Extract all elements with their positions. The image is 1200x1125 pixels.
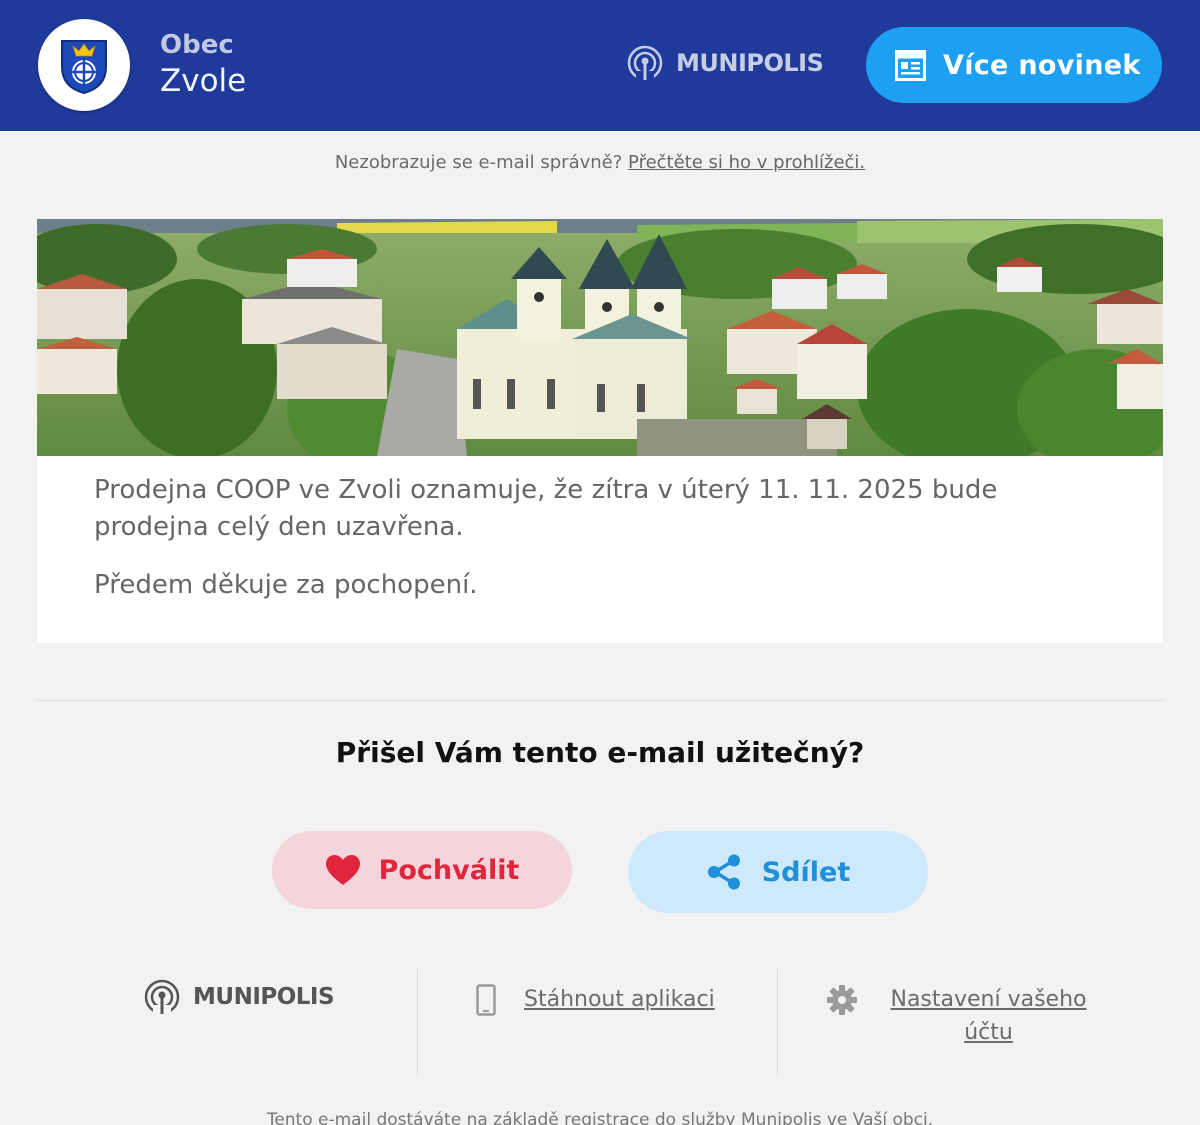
brand-label-small: Obec (160, 30, 234, 60)
article-body: Prodejna COOP ve Zvoli oznamuje, že zítr… (94, 475, 998, 542)
municipal-crest-icon (38, 19, 130, 111)
download-app-label: Stáhnout aplikaci (524, 987, 715, 1012)
munipolis-footer-logo[interactable]: MUNIPOLIS (143, 978, 335, 1016)
munipolis-header-logo[interactable]: MUNIPOLIS (626, 44, 824, 82)
preheader-note: Nezobrazuje se e-mail správně? Přečtěte … (0, 152, 1200, 173)
footer-divider (777, 969, 778, 1075)
praise-label: Pochválit (378, 854, 520, 886)
munipolis-wordmark: MUNIPOLIS (676, 49, 824, 77)
email-header: Obec Zvole MUNIPOLIS Více novinek (0, 0, 1200, 131)
smartphone-icon (476, 984, 496, 1016)
article-thanks: Předem děkuje za pochopení. (94, 570, 478, 600)
hero-image (37, 219, 1163, 456)
munipolis-logo-icon (627, 45, 663, 82)
newspaper-icon (895, 49, 926, 81)
municipality-name: Zvole (160, 63, 247, 99)
praise-button[interactable]: Pochválit (272, 831, 572, 909)
more-news-button[interactable]: Více novinek (866, 27, 1162, 103)
account-settings-link[interactable]: Nastavení vašeho účtu (826, 983, 1091, 1049)
footer-divider (417, 969, 418, 1075)
view-in-browser-link[interactable]: Přečtěte si ho v prohlížeči. (628, 152, 865, 173)
share-label: Sdílet (761, 856, 851, 888)
munipolis-logo-icon (144, 979, 180, 1016)
share-icon (707, 854, 740, 890)
heart-icon (325, 855, 360, 885)
article-card: Prodejna COOP ve Zvoli oznamuje, že zítr… (37, 219, 1163, 643)
more-news-label: Více novinek (943, 49, 1141, 81)
section-divider (37, 700, 1163, 701)
munipolis-footer-wordmark: MUNIPOLIS (193, 984, 335, 1010)
share-button[interactable]: Sdílet (628, 831, 928, 913)
preheader-text: Nezobrazuje se e-mail správně? (334, 152, 623, 173)
download-app-link[interactable]: Stáhnout aplikaci (476, 983, 715, 1016)
footer-note: Tento e-mail dostáváte na základě regist… (266, 1110, 934, 1125)
feedback-question: Přišel Vám tento e-mail užitečný? (335, 736, 865, 769)
gear-icon (827, 985, 857, 1015)
account-settings-label: Nastavení vašeho účtu (890, 987, 1087, 1045)
